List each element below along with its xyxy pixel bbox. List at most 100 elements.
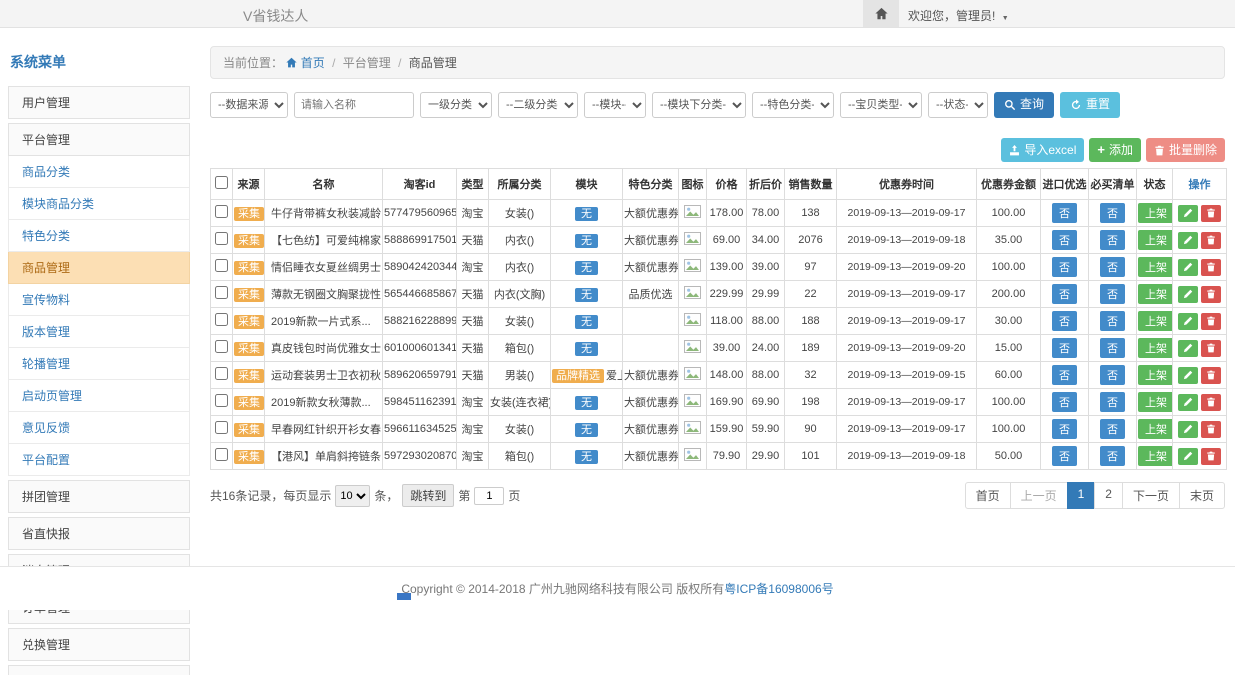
edit-button[interactable]: [1178, 340, 1198, 357]
pagination-page-1[interactable]: 1: [1067, 482, 1096, 509]
import-select-toggle[interactable]: 否: [1052, 419, 1077, 439]
edit-button[interactable]: [1178, 394, 1198, 411]
status-select[interactable]: --状态--: [928, 92, 988, 118]
status-button[interactable]: 上架: [1138, 203, 1173, 223]
delete-button[interactable]: [1201, 394, 1221, 411]
sidebar-item-platform-management[interactable]: 平台管理: [8, 123, 190, 156]
sidebar-item-express-report[interactable]: 省直快报: [8, 517, 190, 550]
status-button[interactable]: 上架: [1138, 338, 1173, 358]
import-select-toggle[interactable]: 否: [1052, 203, 1077, 223]
pagination-first-page[interactable]: 首页: [965, 482, 1011, 509]
sidebar-item-user-management[interactable]: 用户管理: [8, 86, 190, 119]
row-checkbox[interactable]: [215, 313, 228, 326]
must-buy-toggle[interactable]: 否: [1100, 284, 1125, 304]
home-button[interactable]: [863, 0, 899, 27]
import-select-toggle[interactable]: 否: [1052, 284, 1077, 304]
import-select-toggle[interactable]: 否: [1052, 338, 1077, 358]
sidebar-item-feedback[interactable]: 意见反馈: [8, 412, 190, 444]
reset-button[interactable]: 重置: [1060, 92, 1120, 117]
import-select-toggle[interactable]: 否: [1052, 311, 1077, 331]
row-checkbox[interactable]: [215, 448, 228, 461]
delete-button[interactable]: [1201, 232, 1221, 249]
import-excel-button[interactable]: 导入excel: [1001, 138, 1084, 162]
status-button[interactable]: 上架: [1138, 419, 1173, 439]
status-button[interactable]: 上架: [1138, 284, 1173, 304]
delete-button[interactable]: [1201, 421, 1221, 438]
must-buy-toggle[interactable]: 否: [1100, 311, 1125, 331]
edit-button[interactable]: [1178, 232, 1198, 249]
import-select-toggle[interactable]: 否: [1052, 230, 1077, 250]
must-buy-toggle[interactable]: 否: [1100, 230, 1125, 250]
level1-category-select[interactable]: 一级分类: [420, 92, 492, 118]
must-buy-toggle[interactable]: 否: [1100, 446, 1125, 466]
edit-button[interactable]: [1178, 421, 1198, 438]
edit-button[interactable]: [1178, 286, 1198, 303]
must-buy-toggle[interactable]: 否: [1100, 392, 1125, 412]
status-button[interactable]: 上架: [1138, 311, 1173, 331]
edit-button[interactable]: [1178, 448, 1198, 465]
add-button[interactable]: + 添加: [1089, 138, 1141, 162]
sidebar-item-featured-category[interactable]: 特色分类: [8, 220, 190, 252]
status-button[interactable]: 上架: [1138, 392, 1173, 412]
user-menu[interactable]: 欢迎您，管理员! ▼: [908, 7, 1009, 24]
delete-button[interactable]: [1201, 286, 1221, 303]
status-button[interactable]: 上架: [1138, 446, 1173, 466]
row-checkbox[interactable]: [215, 259, 228, 272]
sidebar-item-version-management[interactable]: 版本管理: [8, 316, 190, 348]
name-search-input[interactable]: [294, 92, 414, 118]
icp-link[interactable]: 粤ICP备16098006号: [724, 582, 833, 596]
level2-category-select[interactable]: --二级分类--: [498, 92, 578, 118]
delete-button[interactable]: [1201, 340, 1221, 357]
per-page-select[interactable]: 10: [335, 485, 370, 507]
jump-page-input[interactable]: [474, 487, 504, 505]
row-checkbox[interactable]: [215, 394, 228, 407]
sidebar-item-splash-page-management[interactable]: 启动页管理: [8, 380, 190, 412]
row-checkbox[interactable]: [215, 286, 228, 299]
sidebar-item-group-buy-management[interactable]: 拼团管理: [8, 480, 190, 513]
sidebar-item-carousel-management[interactable]: 轮播管理: [8, 348, 190, 380]
must-buy-toggle[interactable]: 否: [1100, 419, 1125, 439]
select-all-checkbox[interactable]: [215, 176, 228, 189]
module-select[interactable]: --模块--: [584, 92, 646, 118]
delete-button[interactable]: [1201, 313, 1221, 330]
sidebar-item-product-management[interactable]: 商品管理: [8, 252, 190, 284]
row-checkbox[interactable]: [215, 340, 228, 353]
row-checkbox[interactable]: [215, 367, 228, 380]
item-type-select[interactable]: --宝贝类型--: [840, 92, 922, 118]
row-checkbox[interactable]: [215, 232, 228, 245]
must-buy-toggle[interactable]: 否: [1100, 338, 1125, 358]
pagination-page-2[interactable]: 2: [1094, 482, 1123, 509]
delete-button[interactable]: [1201, 259, 1221, 276]
edit-button[interactable]: [1178, 259, 1198, 276]
data-source-select[interactable]: --数据来源--: [210, 92, 288, 118]
jump-button[interactable]: 跳转到: [402, 484, 454, 507]
status-button[interactable]: 上架: [1138, 365, 1173, 385]
featured-category-select[interactable]: --特色分类--: [752, 92, 834, 118]
sidebar-item-promo-materials[interactable]: 宣传物料: [8, 284, 190, 316]
edit-button[interactable]: [1178, 205, 1198, 222]
search-button[interactable]: 查询: [994, 92, 1054, 117]
breadcrumb-item-platform[interactable]: 平台管理: [343, 56, 391, 70]
pagination-next-page[interactable]: 下一页: [1122, 482, 1180, 509]
delete-button[interactable]: [1201, 367, 1221, 384]
edit-button[interactable]: [1178, 367, 1198, 384]
must-buy-toggle[interactable]: 否: [1100, 257, 1125, 277]
import-select-toggle[interactable]: 否: [1052, 257, 1077, 277]
sidebar-item-exchange-management[interactable]: 兑换管理: [8, 628, 190, 661]
status-button[interactable]: 上架: [1138, 230, 1173, 250]
must-buy-toggle[interactable]: 否: [1100, 203, 1125, 223]
import-select-toggle[interactable]: 否: [1052, 446, 1077, 466]
import-select-toggle[interactable]: 否: [1052, 365, 1077, 385]
sidebar-item-product-category[interactable]: 商品分类: [8, 156, 190, 188]
must-buy-toggle[interactable]: 否: [1100, 365, 1125, 385]
batch-delete-button[interactable]: 批量删除: [1146, 138, 1225, 162]
delete-button[interactable]: [1201, 448, 1221, 465]
row-checkbox[interactable]: [215, 421, 228, 434]
import-select-toggle[interactable]: 否: [1052, 392, 1077, 412]
sidebar-item-platform-config[interactable]: 平台配置: [8, 444, 190, 476]
row-checkbox[interactable]: [215, 205, 228, 218]
edit-button[interactable]: [1178, 313, 1198, 330]
pagination-last-page[interactable]: 末页: [1179, 482, 1225, 509]
breadcrumb-home-link[interactable]: 首页: [286, 56, 328, 70]
delete-button[interactable]: [1201, 205, 1221, 222]
